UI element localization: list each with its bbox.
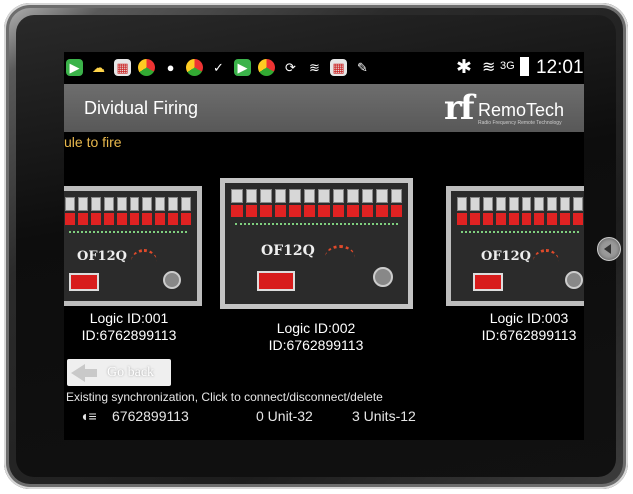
firework-icon	[131, 249, 157, 274]
page-title: Dividual Firing	[84, 98, 199, 118]
chrome-icon	[258, 59, 275, 76]
play-store-icon: ▶	[66, 59, 83, 76]
sync-device-id: 6762899113	[112, 408, 189, 424]
arrow-left-icon-shaft	[83, 369, 97, 377]
firework-icon	[533, 249, 559, 274]
module-model: OF12Q	[77, 249, 127, 264]
sync-icon: ⟳	[285, 60, 296, 75]
module-image: OF12Q	[225, 183, 408, 304]
logic-id: Logic ID:002	[276, 320, 356, 336]
status-leds	[235, 223, 398, 227]
fire-button-graphic	[69, 273, 99, 291]
sync-section-label: Existing synchronization, Click to conne…	[66, 390, 383, 404]
play-store-icon: ▶	[234, 59, 251, 76]
module-model: OF12Q	[261, 243, 315, 259]
module-model: OF12Q	[481, 249, 531, 264]
back-button-icon[interactable]	[597, 237, 621, 261]
module-image: OF12Q	[64, 191, 197, 301]
knob-icon	[373, 267, 393, 287]
module-caption: Logic ID:001 ID:6762899113	[64, 310, 194, 344]
module-card[interactable]: OF12Q	[446, 186, 584, 306]
module-caption: Logic ID:002 ID:6762899113	[246, 320, 386, 354]
go-back-label: Go back	[107, 365, 155, 380]
module-image: OF12Q	[451, 191, 584, 301]
logic-id: Logic ID:003	[489, 310, 569, 326]
module-card[interactable]: OF12Q	[64, 186, 202, 306]
module-card-selected[interactable]: OF12Q	[220, 178, 413, 309]
signal-icon: ◖≡	[80, 408, 97, 424]
channel-slots	[231, 189, 402, 219]
bluetooth-icon: ✱	[456, 57, 472, 78]
wifi-signal-icon: ≋	[482, 59, 496, 76]
module-id: ID:6762899113	[81, 327, 177, 343]
calendar-icon: ▦	[330, 59, 347, 76]
calendar-icon: ▦	[114, 59, 131, 76]
go-back-button[interactable]: Go back	[67, 359, 171, 386]
firework-icon	[325, 245, 355, 270]
status-leds	[69, 231, 187, 235]
status-leds	[461, 231, 579, 235]
knob-icon	[565, 271, 583, 289]
fire-button-graphic	[257, 271, 295, 291]
device-screen: ▶ ☁ ▦ ● ✓ ▶ ⟳ ≋ ▦ ✎ ✱ ≋ 3G 12:01 Dividua…	[64, 52, 584, 440]
wifi-icon: ≋	[309, 60, 320, 75]
module-caption: Logic ID:003 ID:6762899113	[456, 310, 584, 344]
chat-icon: ●	[166, 60, 175, 75]
sync-list-item[interactable]: ◖≡ 6762899113 0 Unit-32 3 Units-12	[64, 405, 444, 427]
status-bar: ▶ ☁ ▦ ● ✓ ▶ ⟳ ≋ ▦ ✎ ✱ ≋ 3G 12:01	[64, 52, 584, 84]
logo-tagline: Radio Frequency Remote Technology	[478, 120, 562, 126]
logo-mark: rf	[444, 88, 475, 128]
battery-icon	[520, 57, 529, 76]
chrome-icon	[138, 59, 155, 76]
action-bar: Dividual Firing rf RemoTech Radio Freque…	[64, 84, 584, 132]
instruction-text: ule to fire	[64, 134, 122, 150]
logo-name: RemoTech	[478, 100, 565, 120]
sync-unit-a: 0 Unit-32	[256, 408, 313, 424]
brand-logo: rf RemoTech Radio Frequency Remote Techn…	[444, 88, 582, 128]
logic-id: Logic ID:001	[89, 310, 169, 326]
chrome-icon	[186, 59, 203, 76]
knob-icon	[163, 271, 181, 289]
module-id: ID:6762899113	[481, 327, 577, 343]
channel-slots	[65, 197, 192, 227]
channel-slots	[457, 197, 584, 227]
network-type: 3G	[500, 60, 515, 72]
pen-icon: ✎	[357, 60, 368, 75]
weather-icon: ☁	[92, 60, 105, 75]
module-id: ID:6762899113	[268, 337, 364, 353]
clock: 12:01	[536, 57, 584, 78]
fire-button-graphic	[473, 273, 503, 291]
check-icon: ✓	[213, 60, 224, 75]
sync-unit-b: 3 Units-12	[352, 408, 416, 424]
